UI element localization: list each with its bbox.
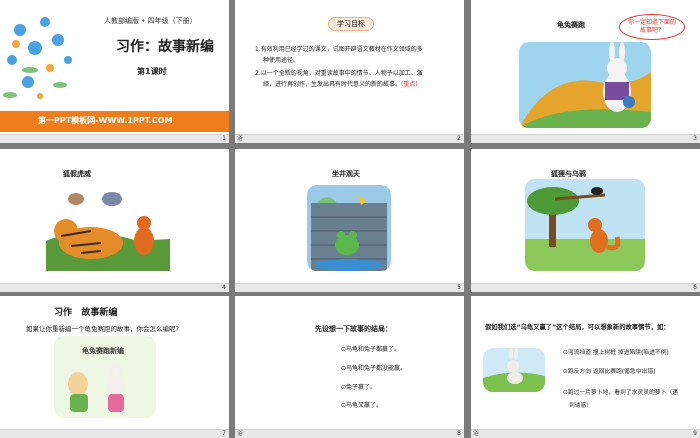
slide-footer: 浴9 [471, 429, 700, 438]
plot-heading: 假如我们选“乌龟又赢了”这个结局，可以想象新的故事情节，如： [485, 324, 670, 331]
slide-footer: 6 [471, 283, 700, 292]
slide-title: 狐狸与乌鸦 [551, 170, 586, 178]
slide-thumbnail-7[interactable]: 习作 故事新编 如果让你重新编一个龟兔赛跑的故事，你会怎么编呢? 龟兔赛跑新编 … [0, 296, 229, 438]
slide-number: 4 [222, 284, 226, 291]
plot-option: ⊙河流挡道 撞上树桩 掉进陷阱(陷进不例) [563, 350, 669, 356]
ending-heading: 先设想一下故事的结局： [315, 325, 392, 333]
objective-line: 2.以一个全新的视角，对重读故事中的情节、人物予以加工、演 [255, 70, 423, 77]
tiger-fox-illustration [46, 181, 170, 271]
plot-option: 到诱惑） [569, 403, 593, 409]
slide-title: 习作 故事新编 [54, 308, 118, 318]
bubble-text: 你一定知道下面的故事吧？ [627, 19, 676, 34]
slide-thumbnail-8[interactable]: 先设想一下故事的结局： ⊙乌龟和兔子都赢了。 ⊙乌龟和兔子都没能赢。 ⊙兔子赢了… [235, 296, 464, 438]
slide-number: 9 [693, 430, 697, 437]
slide-thumbnail-1[interactable]: 人教部编版 • 四年级（下册） 习作：故事新编 第1课时 第一PPT模板网-WW… [0, 0, 229, 143]
speech-bubble: 你一定知道下面的故事吧？ [619, 14, 685, 40]
ending-option: ⊙兔子赢了。 [341, 384, 377, 391]
slide-number: 3 [693, 135, 697, 142]
slide-footer: 4 [0, 283, 229, 292]
objective-heading: 学习目标 [328, 17, 374, 31]
publisher-text: 人教部编版 • 四年级（下册） [104, 17, 197, 25]
objective-text: 绎，进行再创作，生发出具有时代意义的新的故事。 [263, 81, 402, 88]
objective-line: 1.有效利用已经学过的课文，试图开辟语文教材在作文领域的多 [255, 46, 423, 53]
slide-title: 狐假虎威 [63, 170, 91, 178]
race-illustration [483, 348, 545, 392]
ending-option: ⊙乌龟和兔子都赢了。 [341, 346, 401, 353]
banner-text: 第一PPT模板网-WWW.1PPT.COM [38, 116, 173, 125]
ending-option: ⊙乌龟和兔子都没能赢。 [341, 365, 407, 372]
slide-sorter-grid: 人教部编版 • 四年级（下册） 习作：故事新编 第1课时 第一PPT模板网-WW… [0, 0, 700, 438]
slide-footer: 1 [0, 134, 229, 143]
slide-title: 习作：故事新编 [116, 39, 214, 55]
note-label: 浴 [473, 430, 480, 437]
slide-thumbnail-5[interactable]: 坐井观天 5 [235, 149, 464, 292]
objective-line: 种使用途径。 [263, 57, 300, 64]
slide-footer: 7 [0, 429, 229, 438]
objective-line: 绎，进行再创作，生发出具有时代意义的新的故事。(重点) [263, 79, 418, 88]
frog-well-illustration [307, 185, 391, 271]
note-label: 浴 [237, 135, 244, 142]
slide-footer: 浴8 [235, 429, 464, 438]
slide-thumbnail-6[interactable]: 狐狸与乌鸦 6 [471, 149, 700, 292]
book-title: 龟兔赛跑新编 [82, 347, 124, 355]
slide-number: 7 [222, 430, 226, 437]
slide-title: 龟兔赛跑 [557, 21, 585, 29]
slide-number: 6 [693, 284, 697, 291]
book-cover-illustration: 龟兔赛跑新编 [54, 336, 156, 418]
lesson-text: 第1课时 [137, 67, 167, 76]
slide-number: 8 [457, 430, 461, 437]
plot-option: ⊙跑过一片萝卜地，看到了水灵灵的萝卜（遇 [563, 390, 678, 396]
slide-thumbnail-2[interactable]: 学习目标 1.有效利用已经学过的课文，试图开辟语文教材在作文领域的多 种使用途径… [235, 0, 464, 143]
note-label: 浴 [237, 430, 244, 437]
slide-title: 坐井观天 [332, 170, 360, 178]
question-text: 如果让你重新编一个龟兔赛跑的故事，你会怎么编呢? [26, 325, 179, 333]
rabbit-illustration [519, 42, 651, 128]
flower-decoration [3, 17, 72, 99]
key-point-label: (重点) [401, 81, 418, 88]
slide-thumbnail-4[interactable]: 狐假虎威 4 [0, 149, 229, 292]
slide-number: 2 [457, 135, 461, 142]
slide-thumbnail-3[interactable]: 龟兔赛跑 你一定知道下面的故事吧？ 3 [471, 0, 700, 143]
slide-number: 1 [222, 135, 226, 142]
slide-thumbnail-9[interactable]: 假如我们选“乌龟又赢了”这个结局，可以想象新的故事情节，如： ⊙河流挡道 撞上树… [471, 296, 700, 438]
slide-footer: 5 [235, 283, 464, 292]
plot-option: ⊙跑反方向 返回比赛跑(循急中出错) [563, 369, 656, 375]
fox-crow-illustration [525, 179, 645, 271]
slide-footer: 3 [471, 134, 700, 143]
slide-footer: 浴2 [235, 134, 464, 143]
slide-number: 5 [457, 284, 461, 291]
ending-option: ⊙乌龟又赢了。 [341, 402, 383, 409]
